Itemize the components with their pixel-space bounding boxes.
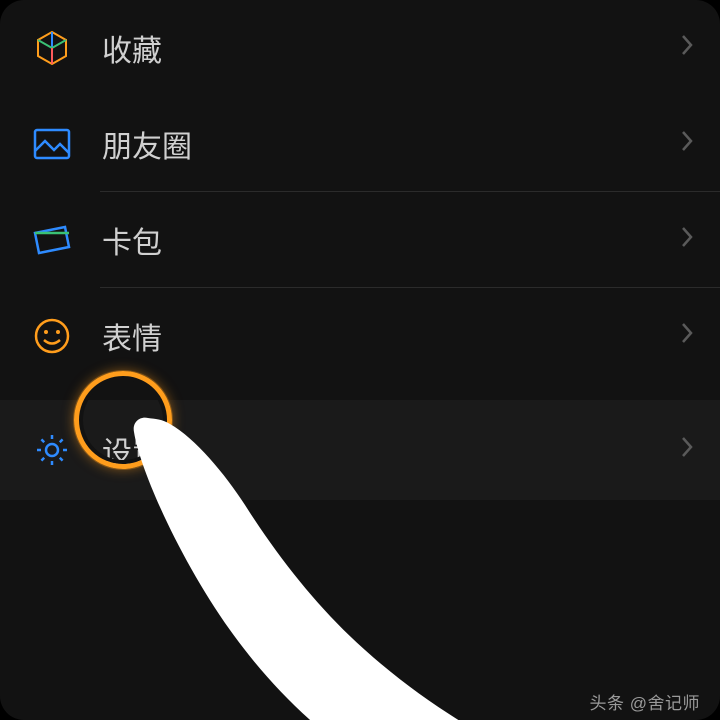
menu-item-stickers[interactable]: 表情 [0,288,720,384]
chevron-right-icon [680,321,694,351]
chevron-right-icon [680,225,694,255]
menu-item-settings[interactable]: 设置 [0,400,720,500]
chevron-right-icon [680,33,694,63]
menu-item-label: 收藏 [102,26,680,70]
menu-item-label: 朋友圈 [102,122,680,166]
menu-item-cards[interactable]: 卡包 [0,192,720,288]
gear-icon [30,428,74,472]
chevron-right-icon [680,129,694,159]
smile-icon [30,314,74,358]
cube-icon [30,26,74,70]
watermark-text: 头条 @舍记师 [590,689,700,714]
menu-item-moments[interactable]: 朋友圈 [0,96,720,192]
wallet-icon [30,218,74,262]
menu-list: 收藏 朋友圈 [0,0,720,500]
chevron-right-icon [680,435,694,465]
menu-item-label: 卡包 [102,218,680,262]
picture-icon [30,122,74,166]
me-panel: 收藏 朋友圈 [0,0,720,720]
menu-item-favorites[interactable]: 收藏 [0,0,720,96]
menu-item-label: 设置 [102,428,680,472]
menu-item-label: 表情 [102,314,680,358]
